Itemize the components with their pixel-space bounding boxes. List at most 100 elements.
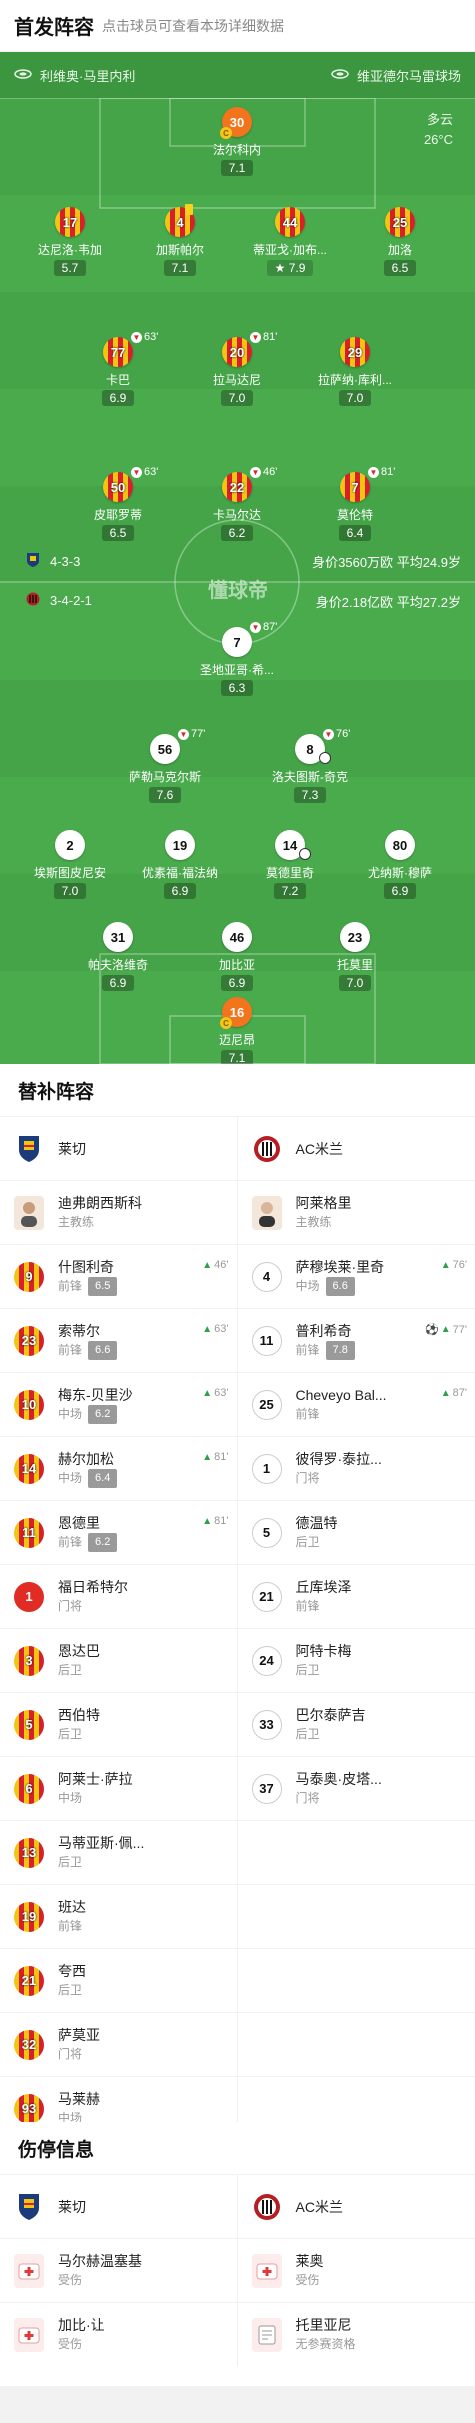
home-sub-player[interactable]: 32 萨莫亚 门将 [0, 2013, 238, 2076]
jersey-number: 25 [251, 1389, 282, 1420]
injury-home-team[interactable]: 莱切 [14, 2189, 86, 2225]
sub-minute: 46' [214, 1259, 229, 1271]
player-rating: 6.9 [383, 883, 417, 899]
jersey-number: 20 [222, 337, 252, 367]
home-sub-player[interactable]: 11 恩德里 前锋 6.2 ▲ 81' [0, 1501, 238, 1564]
away-sub-player[interactable]: 24 阿特卡梅 后卫 [238, 1629, 475, 1692]
injury-away-team[interactable]: AC米兰 [252, 2189, 343, 2225]
jersey-number: 3 [14, 1645, 44, 1676]
away-sub-player[interactable]: 37 马泰奥·皮塔... 门将 [238, 1757, 475, 1820]
player-rating: 7.0 [220, 390, 254, 406]
jersey-number: 17 [55, 207, 85, 237]
home-player[interactable]: 29 拉萨纳·库利... 7.0 [305, 337, 405, 407]
away-sub-player[interactable]: 25 Cheveyo Bal... 前锋 ▲ 87' [238, 1373, 475, 1436]
away-sub-player[interactable]: 33 巴尔泰萨吉 后卫 [238, 1693, 475, 1756]
away-player[interactable]: 7 ▼ 87' 圣地亚哥·希... 6.3 [187, 621, 287, 697]
away-player[interactable]: 19 优素福·福法纳 6.9 [130, 830, 230, 900]
lecce-crest-icon [26, 552, 40, 571]
home-sub-player[interactable]: 19 班达 前锋 [0, 1885, 238, 1948]
home-sub-player[interactable]: 21 夸西 后卫 [0, 1949, 238, 2012]
home-value-row: 身价3560万欧 平均24.9岁 [312, 552, 461, 571]
away-sub-player[interactable]: 1 彼得罗·泰拉... 门将 [238, 1437, 475, 1500]
home-sub-player[interactable]: 14 赫尔加松 中场 6.4 ▲ 81' [0, 1437, 238, 1500]
player-rating: 5.7 [53, 260, 87, 276]
player-name: 托里亚尼 [295, 2316, 352, 2333]
away-player[interactable]: 8 ▼ 76' 洛夫图斯-奇克 7.3 [260, 728, 360, 804]
away-player[interactable]: 46 加比亚 6.9 [187, 922, 287, 992]
home-player[interactable]: 4 加斯帕尔 7.1 [130, 204, 230, 277]
player-name: 马尔赫温塞基 [58, 2252, 142, 2269]
away-value: 身价2.18亿欧 [315, 595, 394, 610]
home-player[interactable]: 17 达尼洛·韦加 5.7 [20, 207, 120, 277]
home-player[interactable]: 20 ▼ 81' 拉马达尼 7.0 [187, 331, 287, 407]
home-sub-player[interactable]: 9 什图利奇 前锋 6.5 ▲ 46' [0, 1245, 238, 1308]
sub-minute: 87' [263, 621, 278, 633]
subs-away-team[interactable]: AC米兰 [252, 1131, 343, 1167]
away-sub-player[interactable]: 4 萨穆埃莱·里奇 中场 6.6 ▲ 76' [238, 1245, 475, 1308]
player-position: 门将 [58, 1598, 83, 1613]
away-sub-player[interactable]: 5 德温特 后卫 [238, 1501, 475, 1564]
page-title: 首发阵容 [14, 17, 94, 39]
home-player[interactable]: 25 加洛 6.5 [350, 207, 450, 277]
home-injured-player[interactable]: 加比·让 受伤 [0, 2303, 238, 2366]
sub-minute: 81' [214, 1515, 229, 1527]
home-coach[interactable]: 迪弗朗西斯科 主教练 [0, 1181, 238, 1244]
player-position: 中场 [58, 1470, 83, 1485]
away-sub-player[interactable]: 21 丘库埃泽 前锋 [238, 1565, 475, 1628]
home-sub-player[interactable]: 13 马蒂亚斯·佩... 后卫 [0, 1821, 238, 1884]
player-name: 拉马达尼 [212, 373, 261, 387]
home-injured-player[interactable]: 马尔赫温塞基 受伤 [0, 2239, 238, 2302]
away-injured-player[interactable]: 托里亚尼 无参赛资格 [238, 2303, 475, 2366]
jersey-number: 80 [385, 830, 415, 860]
player-name: 托莫里 [336, 958, 373, 972]
away-player[interactable]: 31 帕夫洛维奇 6.9 [68, 922, 168, 992]
subs-home-team[interactable]: 莱切 [14, 1131, 86, 1167]
home-sub-player[interactable]: 5 西伯特 后卫 [0, 1693, 238, 1756]
coach-role: 主教练 [58, 1214, 95, 1229]
sub-in-icon: ▲ [440, 1324, 451, 1335]
sub-in-indicator: ▲ 76' [441, 1259, 467, 1271]
home-sub-player[interactable]: 10 梅东-贝里沙 中场 6.2 ▲ 63' [0, 1373, 238, 1436]
sub-out-icon: ▼ [323, 728, 334, 740]
player-name: 巴尔泰萨吉 [295, 1706, 366, 1723]
jersey-number: 2 [55, 830, 85, 860]
jersey-number: 11 [251, 1325, 282, 1356]
milan-crest-icon [252, 2189, 282, 2225]
stadium-icon [14, 68, 32, 83]
home-player[interactable]: 22 ▼ 46' 卡马尔达 6.2 [187, 466, 287, 542]
player-name: 萨勒马克尔斯 [128, 770, 201, 784]
player-rating: 7.3 [293, 787, 327, 803]
player-rating: 7.1 [220, 160, 254, 176]
sub-minute: 63' [214, 1387, 229, 1399]
away-player[interactable]: 2 埃斯图皮尼安 7.0 [20, 830, 120, 900]
player-name: 皮耶罗蒂 [93, 508, 142, 522]
away-player[interactable]: 56 ▼ 77' 萨勒马克尔斯 7.6 [115, 728, 215, 804]
sub-out-icon: ▼ [131, 466, 142, 478]
player-rating: ★ 7.9 [266, 260, 314, 276]
away-coach[interactable]: 阿莱格里 主教练 [238, 1181, 475, 1244]
sub-out-indicator: ▼ 46' [250, 466, 277, 478]
away-player[interactable]: 16 C 迈尼昂 7.1 [187, 997, 287, 1064]
weather-temp: 26°C [423, 132, 453, 147]
sub-out-indicator: ▼ 77' [178, 728, 205, 740]
subs-away-team-name: AC米兰 [295, 1140, 343, 1157]
home-player[interactable]: 77 ▼ 63' 卡巴 6.9 [68, 331, 168, 407]
player-name: 达尼洛·韦加 [38, 243, 102, 257]
player-name: 优素福·福法纳 [142, 866, 218, 880]
away-injured-player[interactable]: 莱奥 受伤 [238, 2239, 475, 2302]
home-player[interactable]: 7 ▼ 81' 莫伦特 6.4 [305, 466, 405, 542]
away-player[interactable]: 80 尤纳斯·穆萨 6.9 [350, 830, 450, 900]
home-player[interactable]: 50 ▼ 63' 皮耶罗蒂 6.5 [68, 466, 168, 542]
jersey-number: 22 [222, 472, 252, 502]
home-player[interactable]: 44 蒂亚戈·加布... ★ 7.9 [240, 207, 340, 277]
away-sub-player[interactable]: 11 普利希奇 前锋 7.8 ⚽ ▲ 77' [238, 1309, 475, 1372]
home-sub-player[interactable]: 1 福日希特尔 门将 [0, 1565, 238, 1628]
home-sub-player[interactable]: 3 恩达巴 后卫 [0, 1629, 238, 1692]
home-player[interactable]: 30 C 法尔科内 7.1 [187, 107, 287, 177]
home-sub-player[interactable]: 23 索蒂尔 前锋 6.6 ▲ 63' [0, 1309, 238, 1372]
away-player[interactable]: 23 托莫里 7.0 [305, 922, 405, 992]
sub-in-icon: ▲ [202, 1387, 213, 1399]
away-player[interactable]: 14 莫德里奇 7.2 [240, 830, 340, 900]
player-name: 赫尔加松 [58, 1450, 114, 1467]
home-sub-player[interactable]: 6 阿莱士·萨拉 中场 [0, 1757, 238, 1820]
